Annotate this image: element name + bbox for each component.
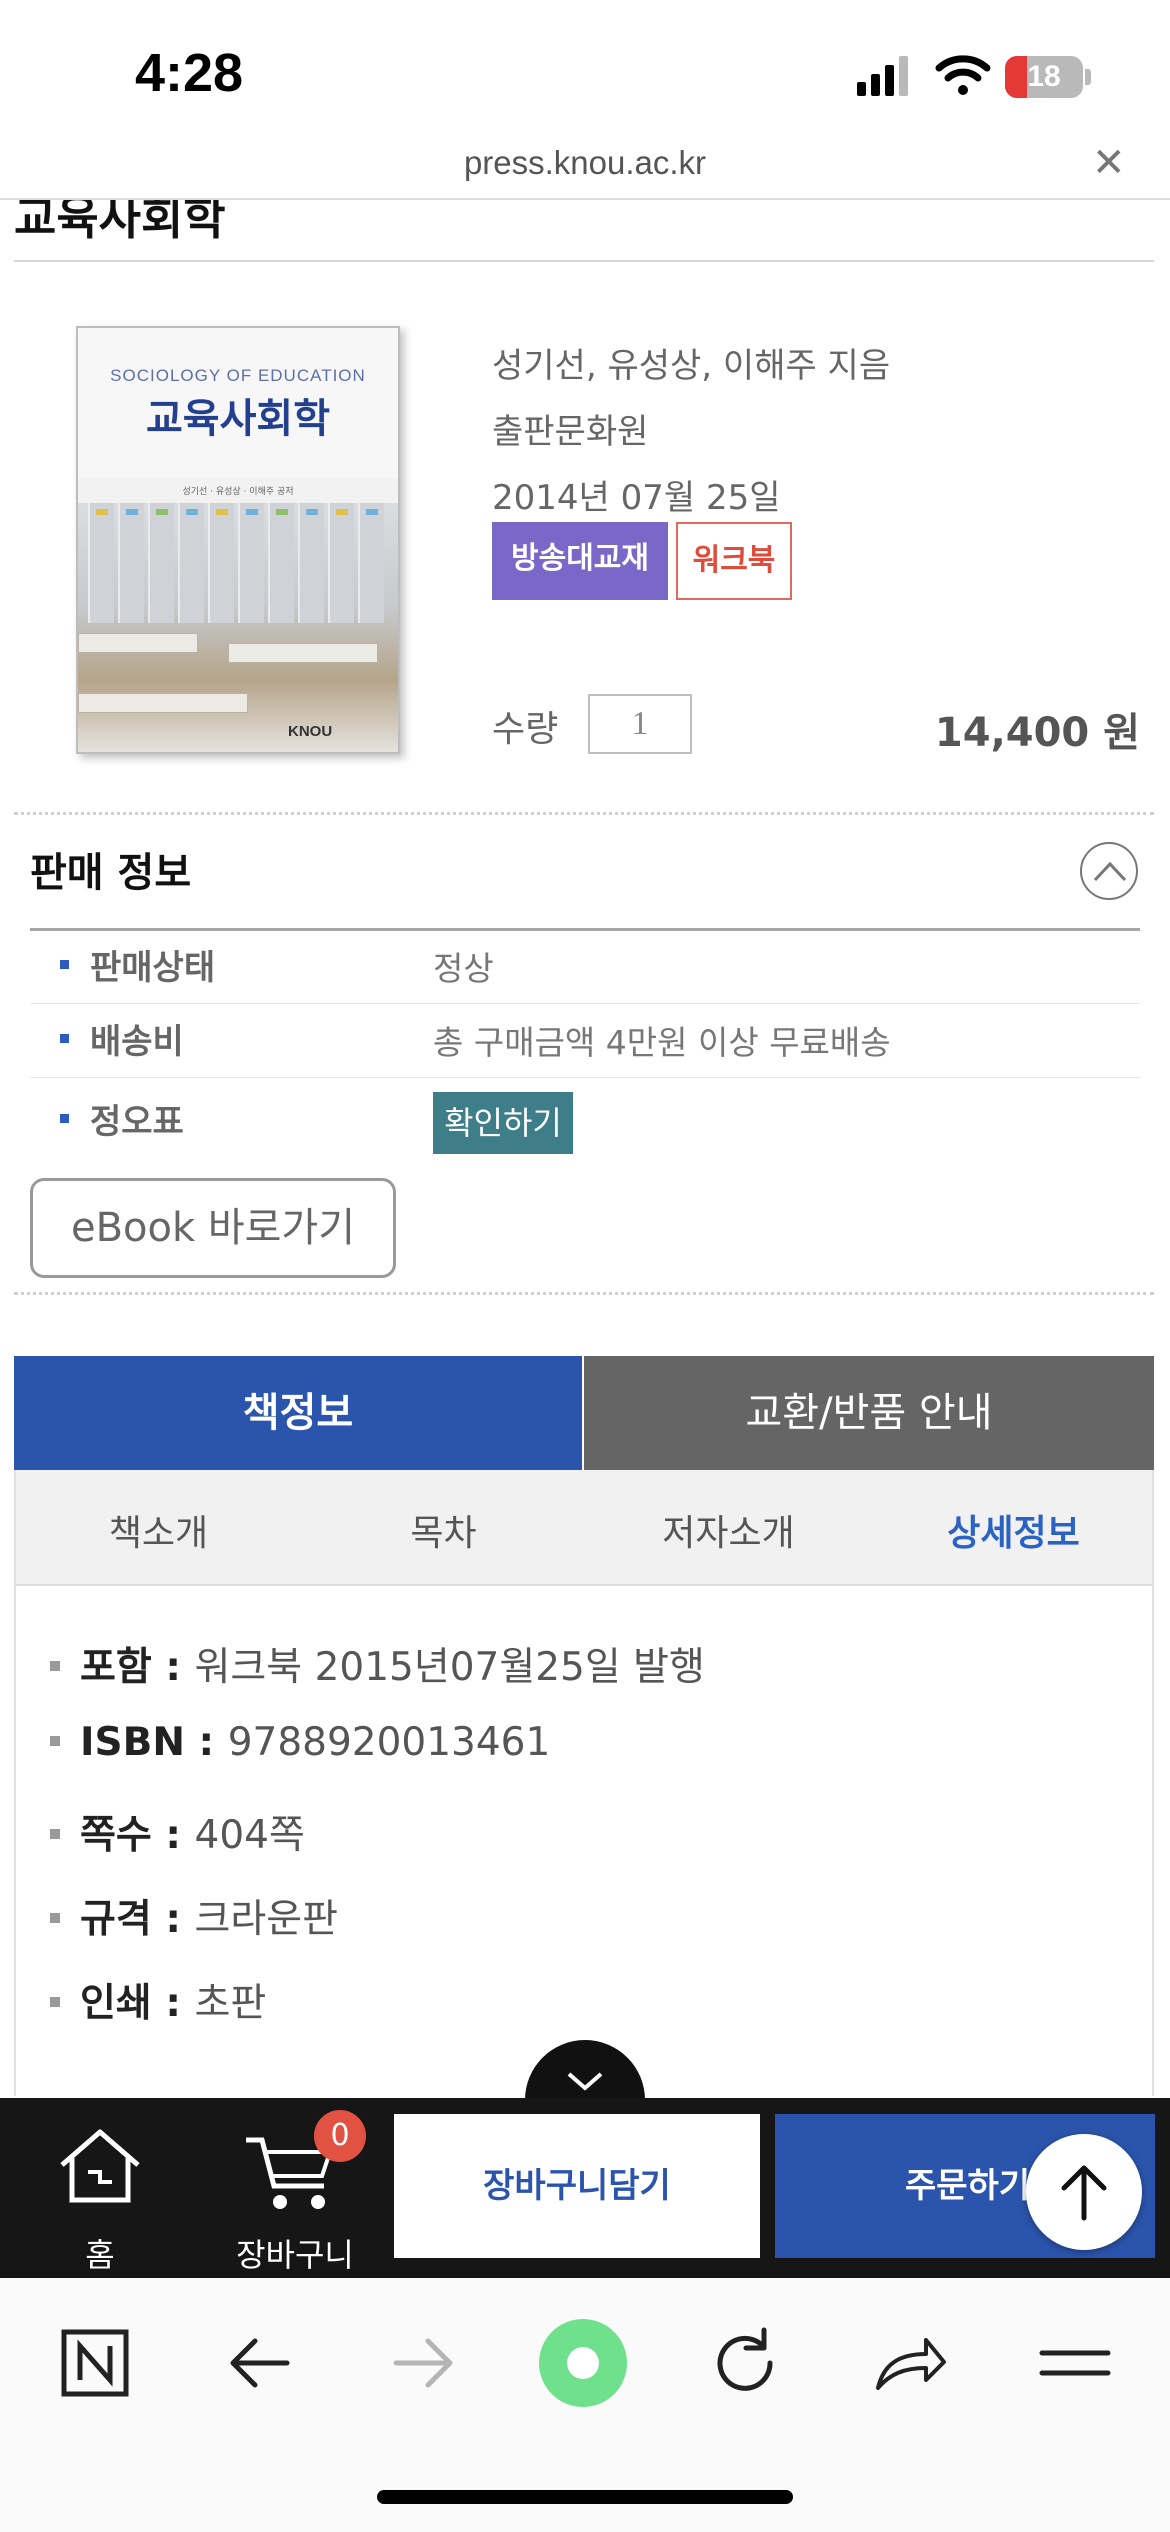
tab-book-info[interactable]: 책정보 [14, 1356, 582, 1470]
chevron-up-icon [1093, 861, 1127, 882]
book-cover-image: SOCIOLOGY OF EDUCATION 교육사회학 성기선 · 유성상 ·… [76, 326, 400, 754]
collapse-toggle-button[interactable] [1080, 842, 1138, 900]
detail-value: 9788920013461 [227, 1720, 551, 1765]
scroll-to-top-button[interactable] [1026, 2134, 1142, 2250]
subtab-bar: 책소개 목차 저자소개 상세정보 [14, 1470, 1154, 1586]
detail-row-isbn: ISBN : 9788920013461 [50, 1720, 550, 1765]
cart-button[interactable]: 0 장바구니 [220, 2110, 370, 2274]
detail-row-includes: 포함 : 워크북 2015년07월25일 발행 [50, 1636, 705, 1692]
sales-row-label: 배송비 [90, 1022, 184, 1062]
subtab-introduction[interactable]: 책소개 [16, 1504, 301, 1556]
detail-value: 워크북 2015년07월25일 발행 [194, 1645, 705, 1690]
page-title-text: 교육사회학 [14, 200, 226, 245]
quantity-input[interactable]: 1 [588, 694, 692, 754]
arrow-up-icon [1061, 2165, 1107, 2221]
chevron-down-icon [567, 2072, 603, 2091]
detail-value: 크라운판 [194, 1897, 339, 1942]
detail-row-format: 규격 : 크라운판 [50, 1888, 338, 1944]
subtab-contents[interactable]: 목차 [301, 1504, 586, 1556]
details-panel: 포함 : 워크북 2015년07월25일 발행 ISBN : 978892001… [14, 1586, 1154, 2096]
share-icon[interactable] [864, 2318, 954, 2408]
green-dot-icon[interactable] [538, 2318, 628, 2408]
ebook-link-button[interactable]: eBook 바로가기 [30, 1178, 396, 1278]
book-publisher: 출판문화원 [492, 412, 649, 452]
cover-classroom-photo [78, 503, 398, 752]
home-label: 홈 [85, 2236, 115, 2274]
detail-row-pages: 쪽수 : 404쪽 [50, 1804, 305, 1860]
cart-count-badge: 0 [314, 2110, 366, 2162]
url-bar[interactable]: press.knou.ac.kr ✕ [0, 140, 1170, 200]
subtab-details[interactable]: 상세정보 [871, 1504, 1156, 1556]
forward-arrow-icon [393, 2338, 453, 2388]
close-icon[interactable]: ✕ [1092, 140, 1126, 186]
sales-info-heading: 판매 정보 [30, 850, 192, 896]
detail-label: 인쇄 [80, 1981, 152, 2026]
book-date: 2014년 07월 25일 [492, 478, 781, 518]
back-arrow-icon[interactable] [215, 2318, 305, 2408]
detail-value: 404쪽 [194, 1813, 305, 1858]
menu-icon[interactable] [1030, 2318, 1120, 2408]
erratum-check-button[interactable]: 확인하기 [433, 1092, 573, 1154]
badge-broadcast-textbook: 방송대교재 [492, 522, 668, 600]
sales-row-value: 총 구매금액 4만원 이상 무료배송 [433, 1023, 891, 1062]
subtab-author[interactable]: 저자소개 [586, 1504, 871, 1556]
detail-label: 규격 [80, 1897, 152, 1942]
detail-label: 쪽수 [80, 1813, 152, 1858]
cover-english-title: SOCIOLOGY OF EDUCATION [110, 366, 366, 385]
wifi-icon [935, 55, 991, 95]
home-button[interactable]: 홈 [40, 2110, 160, 2274]
detail-value: 초판 [194, 1981, 267, 2026]
sales-row-value: 정상 [433, 949, 494, 988]
status-time: 4:28 [135, 43, 244, 103]
reload-icon[interactable] [700, 2318, 790, 2408]
bottom-action-bar: 홈 0 장바구니 장바구니담기 주문하기 [0, 2098, 1170, 2278]
divider [14, 1292, 1154, 1295]
sales-row-erratum: 정오표 확인하기 [30, 1084, 1140, 1158]
naver-n-icon[interactable] [50, 2318, 140, 2408]
cover-authors: 성기선 · 유성상 · 이해주 공저 [182, 487, 294, 497]
cart-label: 장바구니 [236, 2236, 354, 2274]
url-text[interactable]: press.knou.ac.kr [0, 144, 1170, 182]
sales-row-status: 판매상태 정상 [30, 930, 1140, 1004]
battery-charging-icon: 18 [1005, 56, 1091, 98]
page-title: 교육사회학 [14, 200, 1154, 262]
book-price: 14,400 원 [934, 710, 1140, 756]
detail-label: 포함 [80, 1645, 152, 1690]
book-authors: 성기선, 유성상, 이해주 지음 [492, 346, 891, 386]
home-indicator [377, 2490, 793, 2504]
battery-percent: 18 [1027, 60, 1061, 93]
cellular-signal-icon [857, 56, 908, 96]
badge-workbook: 워크북 [676, 522, 792, 600]
sales-row-label: 판매상태 [90, 948, 216, 988]
status-bar: 4:28 18 [0, 0, 1170, 150]
detail-row-printing: 인쇄 : 초판 [50, 1972, 266, 2028]
sales-row-shipping: 배송비 총 구매금액 4만원 이상 무료배송 [30, 1004, 1140, 1078]
quantity-label: 수량 [492, 709, 559, 750]
tab-exchange-return[interactable]: 교환/반품 안내 [584, 1356, 1154, 1470]
cover-korean-title: 교육사회학 [146, 396, 330, 442]
home-icon [60, 2129, 140, 2203]
detail-label: ISBN [80, 1720, 185, 1765]
sales-row-label: 정오표 [90, 1102, 184, 1142]
add-to-cart-button[interactable]: 장바구니담기 [394, 2114, 760, 2258]
divider [14, 812, 1154, 815]
publisher-logo: KNOU [288, 723, 333, 740]
